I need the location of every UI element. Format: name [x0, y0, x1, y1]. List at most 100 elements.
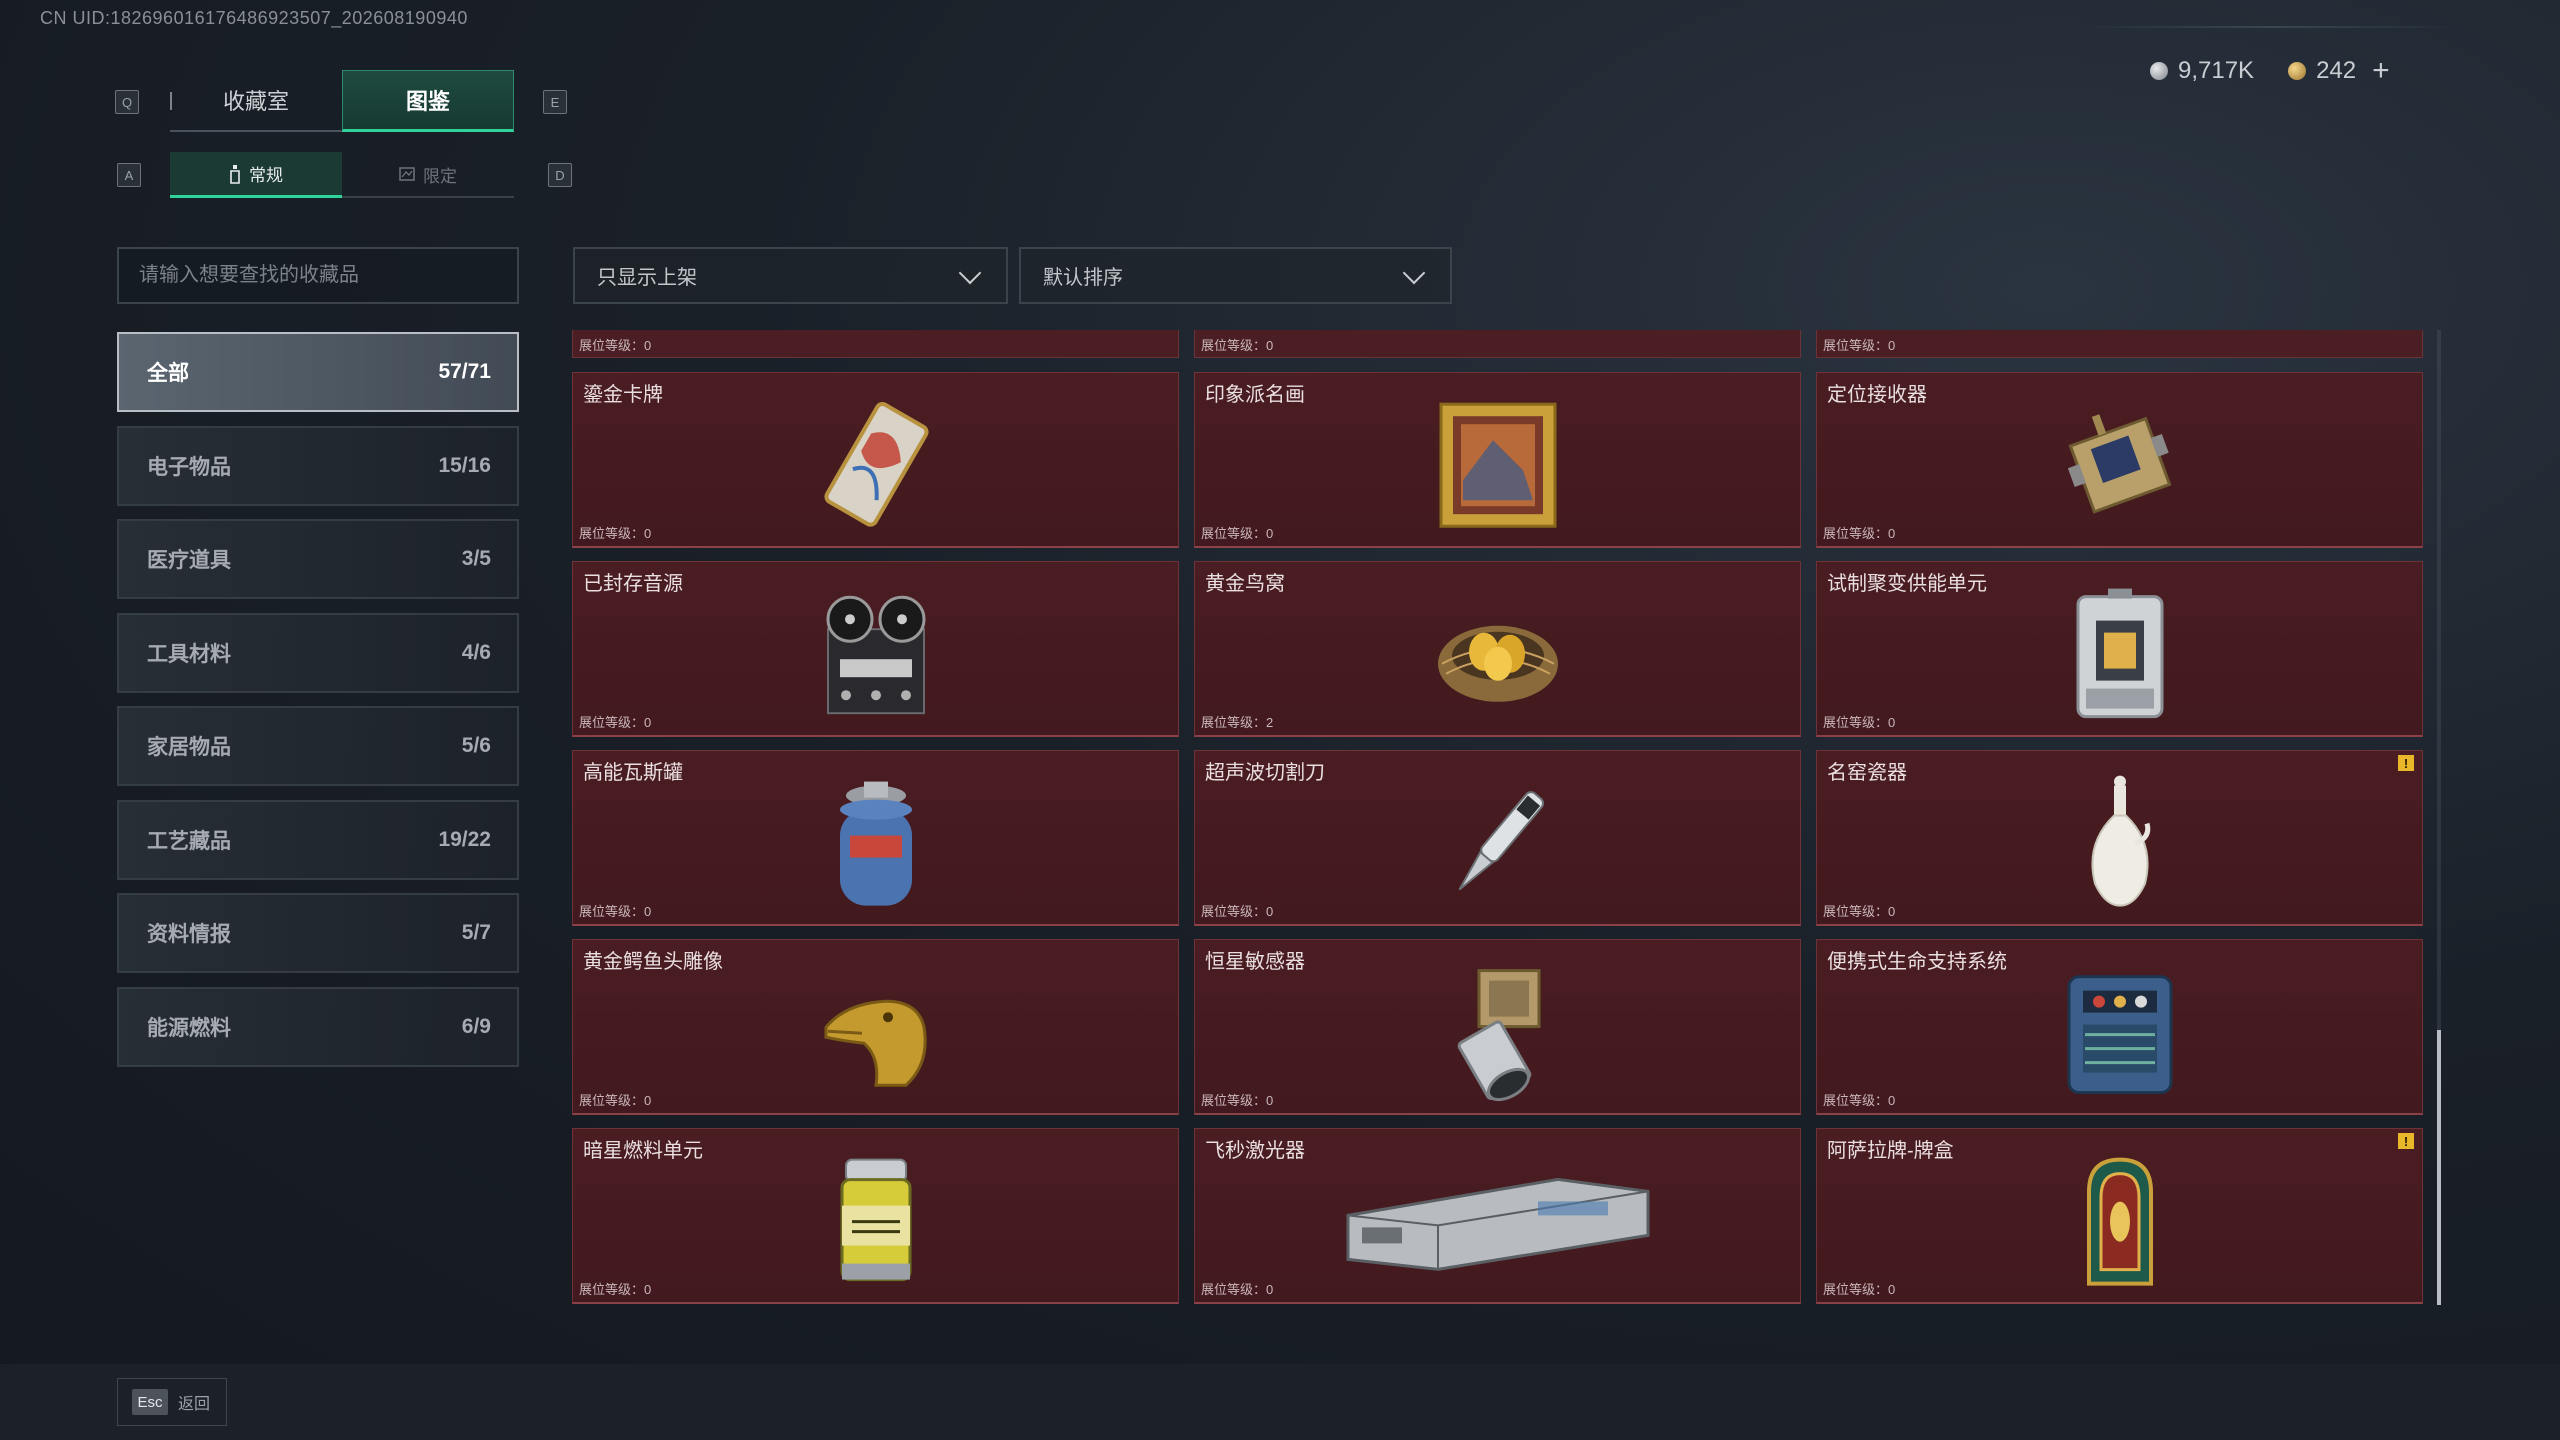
- tape-recorder-icon: [826, 595, 925, 714]
- booth-level: 展位等级：0: [579, 338, 652, 353]
- chevron-down-icon: [958, 263, 984, 289]
- booth-level: 展位等级：0: [1201, 1282, 1274, 1297]
- category-label: 能源燃料: [147, 1016, 231, 1040]
- booth-level: 展位等级：0: [579, 904, 652, 919]
- category-label: 全部: [147, 362, 189, 385]
- category-energy[interactable]: 能源燃料 6/9: [117, 986, 519, 1067]
- footer-bar: [0, 1364, 2560, 1440]
- booth-level: 展位等级：0: [1823, 1093, 1896, 1108]
- fusion-unit-icon: [2076, 588, 2163, 718]
- item-card[interactable]: 印象派名画 展位等级：0: [1194, 372, 1801, 548]
- ultrasonic-knife-icon: [1458, 790, 1544, 890]
- silver-currency: 9,717K: [2150, 57, 2254, 85]
- item-card-partial[interactable]: 展位等级：0: [572, 330, 1179, 358]
- category-all[interactable]: 全部 57/71: [117, 332, 519, 412]
- category-tools[interactable]: 工具材料 4/6: [117, 612, 519, 693]
- item-card[interactable]: 黄金鳄鱼头雕像 展位等级：0: [572, 939, 1179, 1115]
- item-card[interactable]: 超声波切割刀 展位等级：0: [1194, 750, 1801, 926]
- sub-tabs: 常规 限定: [170, 152, 514, 198]
- item-name: 高能瓦斯罐: [583, 762, 683, 784]
- subtab-regular[interactable]: 常规: [170, 152, 342, 198]
- item-card[interactable]: 恒星敏感器 展位等级：0: [1194, 939, 1801, 1115]
- category-household[interactable]: 家居物品 5/6: [117, 706, 519, 786]
- item-name: 便携式生命支持系统: [1827, 951, 2007, 973]
- painting-icon: [1439, 402, 1556, 528]
- booth-level: 展位等级：0: [1201, 1093, 1274, 1108]
- item-name: 暗星燃料单元: [583, 1140, 703, 1162]
- item-card[interactable]: 已封存音源 展位等级：0: [572, 561, 1179, 737]
- collection-grid: 展位等级：0 展位等级：0 展位等级：0 鎏金卡牌 展位等级：0 印象派名画 展…: [572, 330, 2424, 1305]
- gold-currency: 242 +: [2288, 54, 2390, 88]
- item-card[interactable]: 阿萨拉牌-牌盒 ! 展位等级：0: [1816, 1128, 2423, 1304]
- category-medical[interactable]: 医疗道具 3/5: [117, 519, 519, 599]
- category-crafts[interactable]: 工艺藏品 19/22: [117, 799, 519, 880]
- silver-amount: 9,717K: [2178, 57, 2255, 84]
- booth-level: 展位等级：0: [579, 526, 652, 541]
- item-name: 恒星敏感器: [1205, 951, 1305, 973]
- subtab-regular-label: 常规: [249, 166, 283, 185]
- item-card-partial[interactable]: 展位等级：0: [1816, 330, 2423, 358]
- uid-label: CN UID:18269601617648692350​7_2026081909…: [40, 8, 468, 28]
- back-label: 返回: [178, 1396, 211, 1413]
- currency-bar: 9,717K 242 +: [2150, 54, 2390, 88]
- item-card[interactable]: 试制聚变供能单元 展位等级：0: [1816, 561, 2423, 737]
- booth-level: 展位等级：0: [1823, 526, 1896, 541]
- grid-scrollbar[interactable]: [2437, 330, 2441, 1305]
- item-card[interactable]: 暗星燃料单元 展位等级：0: [572, 1128, 1179, 1304]
- chevron-down-icon: [1402, 263, 1428, 289]
- item-card-partial[interactable]: 展位等级：0: [1194, 330, 1801, 358]
- gilded-card-icon: [823, 401, 929, 527]
- golden-nest-icon: [1437, 625, 1558, 702]
- star-sensor-icon: [1457, 968, 1540, 1101]
- item-card[interactable]: 便携式生命支持系统 展位等级：0: [1816, 939, 2423, 1115]
- category-label: 电子物品: [147, 455, 231, 479]
- scrollbar-thumb[interactable]: [2437, 1030, 2441, 1305]
- item-name: 阿萨拉牌-牌盒: [1827, 1140, 1954, 1162]
- tab-catalog[interactable]: 图鉴: [342, 70, 514, 132]
- item-card[interactable]: 飞秒激光器 展位等级：0: [1194, 1128, 1801, 1304]
- item-card[interactable]: 名窑瓷器 ! 展位等级：0: [1816, 750, 2423, 926]
- add-currency-button[interactable]: +: [2372, 54, 2390, 88]
- item-grid: 鎏金卡牌 展位等级：0 印象派名画 展位等级：0 定位接收器 展位等级：0 已封…: [572, 372, 2423, 1304]
- booth-level: 展位等级：0: [1823, 1282, 1896, 1297]
- item-name: 超声波切割刀: [1205, 762, 1325, 784]
- category-count: 6/9: [461, 1014, 491, 1038]
- gas-canister-icon: [839, 781, 912, 906]
- item-card[interactable]: 高能瓦斯罐 展位等级：0: [572, 750, 1179, 926]
- key-hint-next-sub: D: [548, 163, 572, 187]
- sort-value: 默认排序: [1043, 267, 1123, 289]
- sort-dropdown[interactable]: 默认排序: [1019, 247, 1452, 304]
- category-label: 医疗道具: [147, 549, 231, 572]
- back-button[interactable]: Esc 返回: [117, 1378, 227, 1426]
- item-name: 印象派名画: [1205, 384, 1305, 406]
- booth-level: 展位等级：2: [1201, 715, 1274, 730]
- key-hint-prev-tab: Q: [115, 90, 139, 114]
- item-card[interactable]: 黄金鸟窝 展位等级：2: [1194, 561, 1801, 737]
- warning-badge: !: [2398, 755, 2414, 771]
- item-card[interactable]: 定位接收器 展位等级：0: [1816, 372, 2423, 548]
- tab-collection-room[interactable]: 收藏室: [170, 70, 342, 132]
- item-name: 已封存音源: [583, 573, 683, 595]
- gold-amount: 242: [2316, 57, 2357, 84]
- subtab-limited[interactable]: 限定: [342, 152, 514, 198]
- main-tabs: 收藏室 图鉴: [170, 70, 514, 132]
- limited-icon: [399, 167, 415, 181]
- category-count: 15/16: [438, 453, 491, 477]
- category-label: 工艺藏品: [147, 829, 231, 853]
- category-electronics[interactable]: 电子物品 15/16: [117, 425, 519, 506]
- category-label: 资料情报: [147, 923, 231, 946]
- search-input[interactable]: [117, 247, 519, 304]
- fuel-cell-icon: [840, 1158, 911, 1281]
- category-count: 5/6: [461, 734, 491, 757]
- laser-case-icon: [1346, 1177, 1649, 1271]
- shelf-filter-dropdown[interactable]: 只显示上架: [573, 247, 1008, 304]
- category-intel[interactable]: 资料情报 5/7: [117, 893, 519, 973]
- item-card[interactable]: 鎏金卡牌 展位等级：0: [572, 372, 1179, 548]
- partial-row: 展位等级：0 展位等级：0 展位等级：0: [572, 330, 2423, 358]
- booth-level: 展位等级：0: [1201, 526, 1274, 541]
- category-count: 5/7: [461, 921, 491, 944]
- subtab-limited-label: 限定: [423, 166, 457, 186]
- item-name: 黄金鳄鱼头雕像: [583, 951, 723, 973]
- booth-level: 展位等级：0: [1823, 904, 1896, 919]
- warning-badge: !: [2398, 1133, 2414, 1149]
